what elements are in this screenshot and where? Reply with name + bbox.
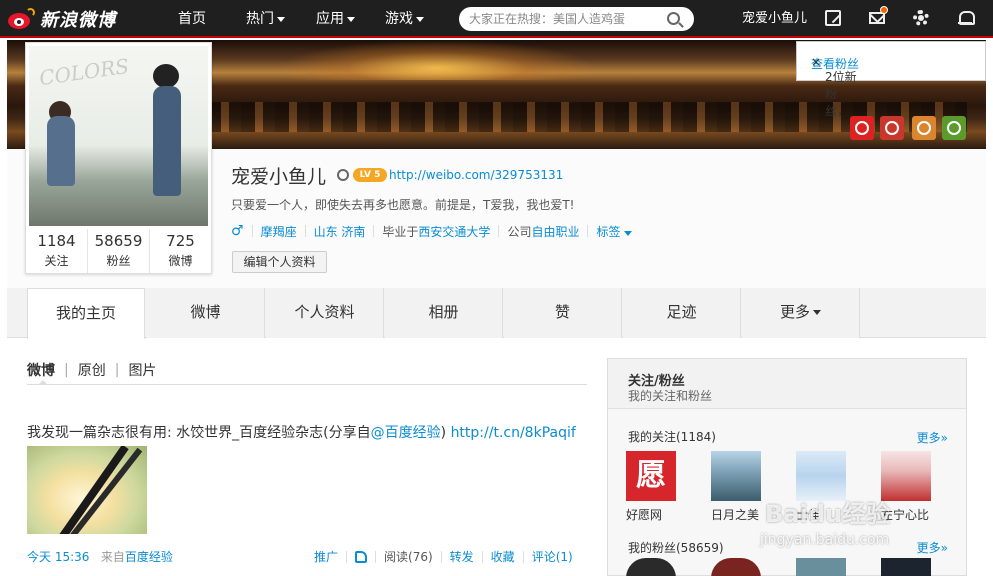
location-link[interactable]: 山东 济南: [314, 223, 366, 240]
new-fans-notice: 2位新粉丝， 查看粉丝 ×: [796, 41, 986, 118]
avatar-title: COLORS: [37, 53, 131, 91]
school-link[interactable]: 西安交通大学: [418, 223, 490, 240]
friend-avatar: 愿: [626, 451, 676, 501]
vip-badge-icon[interactable]: [880, 116, 904, 140]
baidu-watermark: Baidu经验: [765, 500, 890, 528]
following-item[interactable]: 愿 好愿网: [626, 451, 678, 523]
post-time[interactable]: 今天 15:36: [27, 550, 89, 564]
male-icon: ♂: [231, 223, 244, 239]
mention-link[interactable]: @百度经验: [371, 425, 441, 441]
chevron-down-icon: [813, 310, 821, 315]
fan-avatar[interactable]: [796, 558, 846, 576]
chevron-down-icon: [624, 230, 633, 236]
following-item[interactable]: 日月之美: [711, 451, 763, 523]
post-text: 我发现一篇杂志很有用: 水饺世界_百度经验杂志(分享自@百度经验) http:/…: [27, 425, 576, 441]
panel-header: 关注/粉丝 我的关注和粉丝: [608, 359, 966, 409]
panel-subtitle: 我的关注和粉丝: [628, 389, 713, 403]
stat-posts[interactable]: 725 微博: [150, 229, 211, 273]
filter-images[interactable]: 图片: [128, 360, 156, 380]
tab-likes[interactable]: 赞: [504, 288, 622, 338]
favorite-button[interactable]: 收藏: [491, 548, 515, 565]
hand-badge-icon[interactable]: [850, 116, 874, 140]
crown-icon[interactable]: [957, 10, 975, 26]
nav-hot[interactable]: 热门: [246, 0, 285, 38]
tags-dropdown[interactable]: 标签: [596, 223, 633, 240]
tab-profile[interactable]: 个人资料: [266, 288, 384, 338]
nav-home[interactable]: 首页: [178, 0, 206, 38]
filter-original[interactable]: 原创: [78, 360, 106, 380]
feed-filters: 微博 | 原创 | 图片: [27, 360, 157, 380]
avatar-card: COLORS 1184 关注 58659 粉丝 725 微博: [25, 42, 212, 274]
edit-icon[interactable]: [825, 10, 841, 26]
search-input[interactable]: [469, 11, 664, 27]
thumbs-up-icon[interactable]: [355, 550, 368, 563]
member-icon[interactable]: [337, 169, 349, 181]
friend-avatar: [711, 451, 761, 501]
constellation-link[interactable]: 摩羯座: [261, 223, 297, 240]
profile-name: 宠爱小鱼儿: [231, 166, 327, 188]
fan-avatar[interactable]: [626, 558, 676, 576]
gear-icon[interactable]: [913, 10, 929, 26]
baidu-watermark-url: jingyan.baidu.com: [760, 532, 890, 548]
active-filter-arrow: [38, 380, 48, 385]
post-meta: 今天 15:36 来自百度经验: [27, 548, 173, 565]
tab-album[interactable]: 相册: [385, 288, 503, 338]
profile-bio: 只要爱一个人，即使失去再多也愿意。前提是，T爱我，我也爱T!: [231, 198, 575, 212]
promote-button[interactable]: 推广: [314, 548, 338, 565]
search-box: [459, 7, 694, 31]
tab-more[interactable]: 更多: [742, 288, 860, 338]
company-prefix: 公司: [507, 224, 532, 239]
following-more-link[interactable]: 更多»: [917, 429, 948, 446]
fans-more-link[interactable]: 更多»: [917, 539, 948, 556]
profile-info-row: ♂ 摩羯座 山东 济南 毕业于 西安交通大学 公司 自由职业 标签: [231, 223, 633, 240]
logo-text: 新浪微博: [40, 10, 116, 31]
green-badge-icon[interactable]: [942, 116, 966, 140]
chevron-down-icon: [416, 16, 424, 22]
post-short-link[interactable]: http://t.cn/8kPaqif: [451, 425, 576, 441]
tab-weibo[interactable]: 微博: [147, 288, 265, 338]
post-source[interactable]: 百度经验: [125, 550, 173, 564]
nav-apps[interactable]: 应用: [316, 0, 355, 38]
notification-dot: [880, 6, 888, 14]
avatar[interactable]: COLORS: [29, 46, 208, 226]
repost-button[interactable]: 转发: [450, 548, 474, 565]
edit-profile-button[interactable]: 编辑个人资料: [232, 251, 327, 273]
stat-following[interactable]: 1184 关注: [26, 229, 88, 273]
chevron-down-icon: [277, 16, 285, 22]
post-actions: 推广 阅读(76) 转发 收藏 评论(1): [314, 548, 573, 565]
post-image[interactable]: [27, 446, 147, 534]
nav-games[interactable]: 游戏: [385, 0, 424, 38]
chevron-down-icon: [347, 16, 355, 22]
stat-fans[interactable]: 58659 粉丝: [88, 229, 150, 273]
top-user-name[interactable]: 宠爱小鱼儿: [742, 0, 807, 38]
eye-badge-icon[interactable]: [912, 116, 936, 140]
read-count: 阅读(76): [384, 550, 433, 564]
tab-home[interactable]: 我的主页: [27, 288, 145, 339]
feed-divider: [27, 384, 587, 385]
school-prefix: 毕业于: [382, 224, 419, 239]
company-link[interactable]: 自由职业: [531, 223, 579, 240]
filter-all[interactable]: 微博: [27, 360, 55, 380]
close-icon[interactable]: ×: [811, 55, 981, 69]
search-icon[interactable]: [667, 12, 680, 25]
stats: 1184 关注 58659 粉丝 725 微博: [26, 229, 211, 273]
weibo-eye-icon: [6, 7, 36, 31]
fan-avatar[interactable]: [711, 558, 761, 576]
top-bar: 新浪微博 首页 热门 应用 游戏 宠爱小鱼儿: [0, 0, 993, 38]
fan-avatar[interactable]: [881, 558, 931, 576]
source-prefix: 来自: [100, 550, 125, 564]
tab-footprint[interactable]: 足迹: [623, 288, 741, 338]
weibo-logo[interactable]: 新浪微博: [6, 6, 116, 32]
following-label: 我的关注(1184): [628, 430, 716, 444]
notice-text: 2位新粉丝，: [825, 70, 857, 118]
fans-label: 我的粉丝(58659): [628, 541, 724, 555]
profile-url[interactable]: http://weibo.com/329753131: [389, 168, 563, 182]
level-badge[interactable]: LV 5: [353, 168, 387, 182]
comment-button[interactable]: 评论(1): [532, 548, 573, 565]
